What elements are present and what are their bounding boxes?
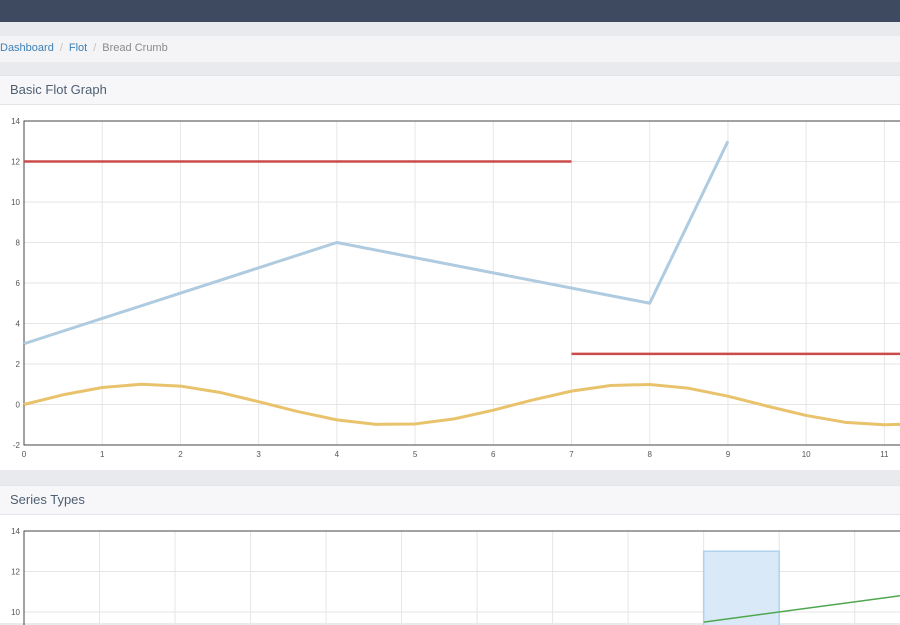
y-tick-label: 10 [11,198,20,207]
x-tick-label: 1 [100,450,105,459]
x-tick-label: 5 [413,450,418,459]
y-tick-label: 14 [11,117,20,126]
x-tick-label: 8 [647,450,652,459]
basic-flot-graph-panel: Basic Flot Graph 0 1 2 3 4 5 6 7 8 9 10 11 -2 0 2 4 6 8 10… [0,75,900,470]
y-tick-label: -2 [13,441,21,450]
x-tick-label: 11 [880,450,889,459]
y-tick-label: 6 [16,279,21,288]
y-tick-label: 12 [11,158,20,167]
x-tick-label: 6 [491,450,496,459]
breadcrumb: Dashboard / Flot / Bread Crumb [0,36,900,62]
breadcrumb-flot-link[interactable]: Flot [69,42,87,54]
panel-title-basic-flot-graph: Basic Flot Graph [0,75,900,105]
y-tick-label: 2 [16,360,21,369]
x-tick-label: 7 [569,450,574,459]
breadcrumb-dashboard-link[interactable]: Dashboard [0,42,54,54]
breadcrumb-current: Bread Crumb [102,42,168,54]
y-tick-label: 8 [16,239,21,248]
panel-title-series-types: Series Types [0,485,900,515]
series-types-chart: 10 12 14 [11,527,900,625]
y-tick-label: 10 [11,608,20,617]
y-tick-label: 4 [16,320,21,329]
breadcrumb-separator: / [93,42,97,54]
x-tick-label: 10 [802,450,811,459]
y-tick-label: 14 [11,527,20,536]
y-tick-label: 0 [16,401,21,410]
top-navbar [0,0,900,22]
series-types-panel: Series Types 10 12 14 [0,485,900,625]
basic-flot-chart: 0 1 2 3 4 5 6 7 8 9 10 11-202468101214 [11,117,900,459]
y-tick-label: 12 [11,568,20,577]
x-tick-label: 3 [256,450,261,459]
x-tick-label: 4 [335,450,340,459]
x-tick-label: 0 [22,450,27,459]
x-tick-label: 9 [726,450,731,459]
breadcrumb-separator: / [59,42,63,54]
x-tick-label: 2 [178,450,183,459]
